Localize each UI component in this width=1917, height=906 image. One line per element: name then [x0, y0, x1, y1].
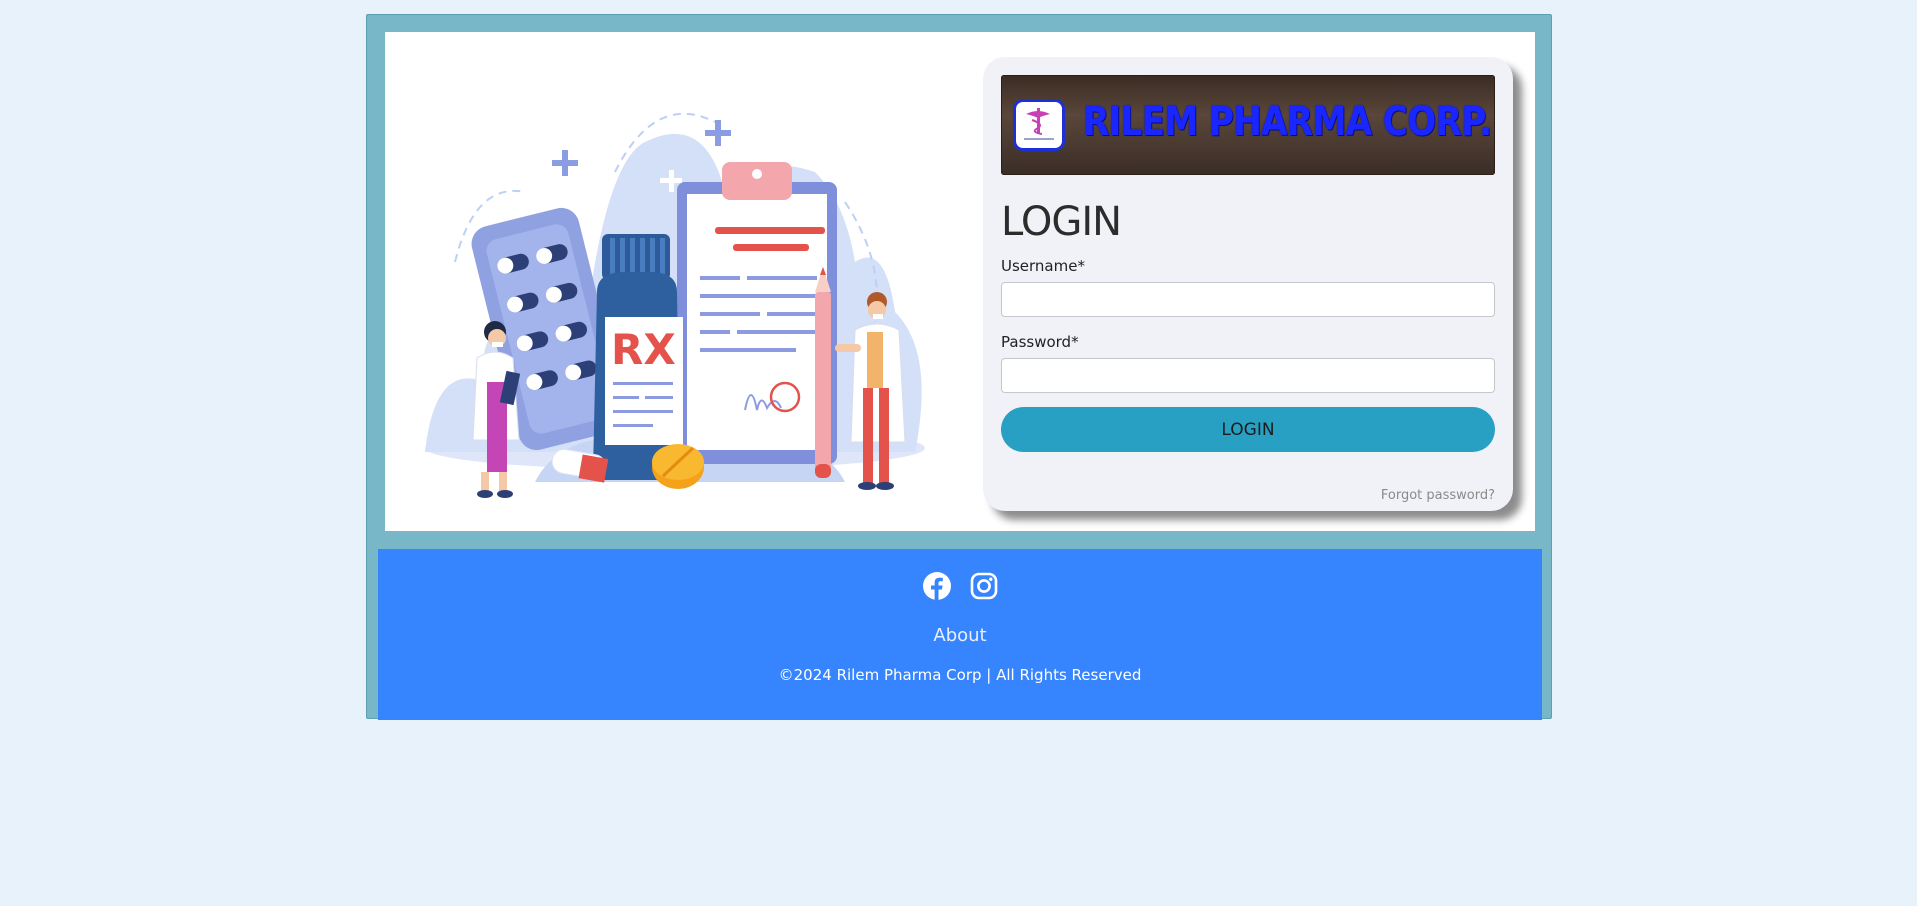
copyright-text: ©2024 Rilem Pharma Corp | All Rights Res… — [778, 666, 1142, 684]
rx-label: RX — [611, 325, 676, 374]
caduceus-icon — [1024, 108, 1054, 140]
login-panel: RILEM PHARMA CORP. LOGIN Username* Passw… — [983, 57, 1513, 511]
banner-title: RILEM PHARMA CORP. — [1083, 99, 1492, 145]
rx-bottle: RX — [593, 234, 683, 480]
social-links — [378, 571, 1542, 601]
company-banner: RILEM PHARMA CORP. — [1001, 75, 1495, 175]
footer: About ©2024 Rilem Pharma Corp | All Righ… — [378, 549, 1542, 720]
login-card: RX RILEM PHARMA CORP. LOGIN Username* Pa… — [385, 32, 1535, 531]
login-button[interactable]: LOGIN — [1001, 407, 1495, 452]
pencil — [815, 267, 831, 478]
facebook-icon[interactable] — [922, 571, 952, 601]
username-input[interactable] — [1001, 282, 1495, 317]
page-frame: RX RILEM PHARMA CORP. LOGIN Username* Pa… — [366, 14, 1552, 720]
pharmacy-illustration: RX — [425, 112, 925, 498]
forgot-password-link[interactable]: Forgot password? — [1381, 488, 1495, 503]
about-link[interactable]: About — [378, 625, 1542, 646]
instagram-icon[interactable] — [969, 571, 999, 601]
username-label: Username* — [1001, 257, 1085, 275]
company-logo — [1013, 99, 1065, 151]
login-title: LOGIN — [1001, 199, 1122, 245]
password-label: Password* — [1001, 333, 1079, 351]
password-input[interactable] — [1001, 358, 1495, 393]
clipboard — [677, 162, 837, 464]
